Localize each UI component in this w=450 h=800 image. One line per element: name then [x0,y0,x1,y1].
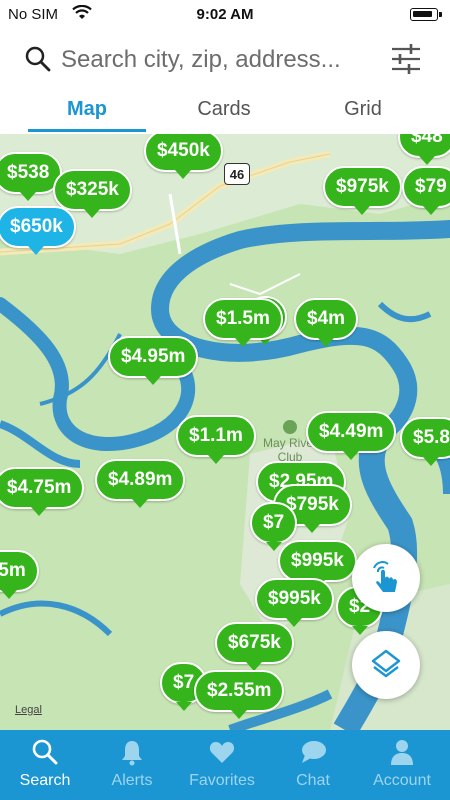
filter-sliders-icon[interactable] [390,42,422,81]
price-pin[interactable]: $7 [250,502,298,551]
price-pin[interactable]: .5m [0,550,39,599]
price-pin[interactable]: $4.89m [95,459,186,508]
draw-gesture-icon [373,561,397,592]
price-pin[interactable]: $4m [294,298,359,347]
clock: 9:02 AM [196,6,254,23]
tab-map[interactable]: Map [28,98,146,121]
view-tabs: Map Cards Grid [0,90,450,134]
nav-favorites[interactable]: Favorites [177,730,267,800]
chat-bubble-icon [302,741,326,763]
battery-icon [410,8,442,21]
status-bar: No SIM 9:02 AM [0,0,450,30]
price-pin[interactable]: $4.95m [108,336,199,385]
nav-account[interactable]: Account [357,730,447,800]
nav-search[interactable]: Search [0,730,90,800]
price-pin[interactable]: $2.55m [194,670,285,719]
nav-chat-label: Chat [296,772,330,789]
price-pin[interactable]: $1.5m [203,298,283,347]
draw-search-button[interactable] [352,544,420,612]
layers-icon [371,649,401,678]
nav-account-label: Account [373,772,431,789]
person-icon [391,740,413,765]
price-pin[interactable]: $675k [215,622,294,671]
bell-icon [122,741,142,766]
price-pin[interactable]: $4.75m [0,467,85,516]
search-icon [25,46,51,77]
map-layers-button[interactable] [352,631,420,699]
nav-alerts-label: Alerts [111,772,153,789]
golf-icon [283,420,297,434]
nav-favorites-label: Favorites [189,772,255,789]
price-pin[interactable]: $79 [402,166,450,215]
price-pin[interactable]: $650k [0,206,76,255]
tab-cards[interactable]: Cards [165,98,283,121]
heart-icon [209,742,235,763]
price-pin[interactable]: $450k [144,134,223,179]
price-pin[interactable]: $1.1m [176,415,256,464]
price-pin[interactable]: $325k [53,169,132,218]
legal-link[interactable]: Legal [15,704,42,716]
price-pin[interactable]: $5.8 [400,417,450,466]
price-pin[interactable]: $995k [255,578,334,627]
search-input[interactable]: Search city, zip, address... [61,46,341,74]
price-pin[interactable]: $995k [278,540,357,589]
search-icon [32,739,58,765]
nav-search-label: Search [19,772,71,789]
map-view[interactable]: 46 May River Club Palmetto $538 $450k $3… [0,134,450,730]
highway-shield: 46 [224,163,250,185]
tab-grid[interactable]: Grid [304,98,422,121]
search-bar[interactable]: Search city, zip, address... [0,30,450,90]
nav-alerts[interactable]: Alerts [87,730,177,800]
price-pin[interactable]: $4.49m [306,411,397,460]
price-pin[interactable]: $975k [323,166,402,215]
nav-chat[interactable]: Chat [268,730,358,800]
active-tab-indicator [28,129,146,132]
bottom-nav: Search Alerts Favorites Chat Account [0,730,450,800]
